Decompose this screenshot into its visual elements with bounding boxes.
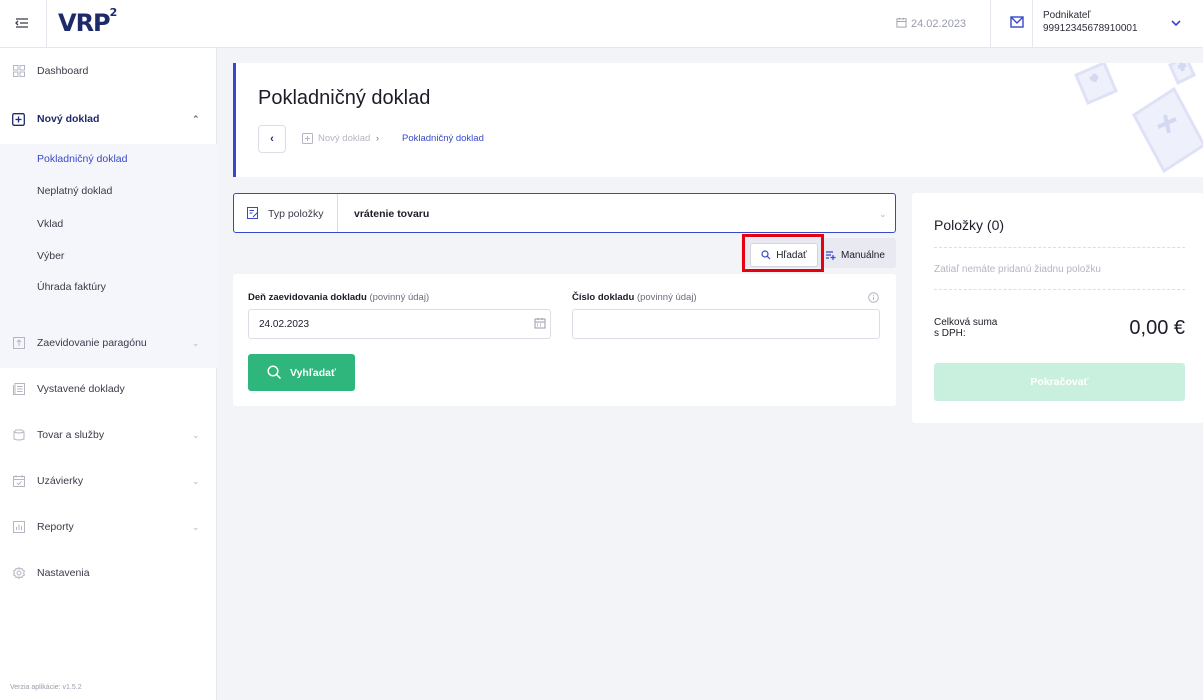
submenu-item-deposit[interactable]: Vklad	[37, 218, 63, 230]
manual-mode-button[interactable]: Manuálne	[826, 243, 892, 267]
app-version: Verzia aplikácie: v1.5.2	[10, 684, 82, 691]
sidebar-item-reports[interactable]: Reporty ⌄	[0, 504, 217, 550]
sidebar-item-label: Tovar a služby	[37, 429, 105, 441]
list-plus-icon	[826, 251, 836, 260]
breadcrumb-separator-icon: ›	[376, 133, 379, 143]
chevron-left-icon: ‹	[270, 133, 274, 145]
plus-square-icon	[302, 133, 313, 144]
breadcrumb-new-document[interactable]: Nový doklad	[318, 133, 370, 144]
chevron-down-icon: ⌄	[192, 338, 200, 348]
topbar-divider	[990, 0, 991, 48]
items-panel: Položky (0) Zatiaľ nemáte pridanú žiadnu…	[912, 193, 1203, 423]
page-title: Pokladničný doklad	[258, 87, 431, 109]
user-role[interactable]: Podnikateľ	[1043, 10, 1090, 21]
divider	[934, 289, 1185, 290]
calendar-check-icon	[12, 475, 25, 488]
chevron-down-icon: ⌄	[192, 522, 200, 532]
chevron-down-icon: ⌄	[192, 476, 200, 486]
documents-icon	[12, 383, 25, 396]
item-type-label: Typ položky	[268, 208, 324, 220]
sidebar-item-label: Nastavenia	[37, 567, 90, 579]
total-value: 0,00 €	[1129, 317, 1185, 339]
number-field-label: Číslo dokladu (povinný údaj)	[572, 292, 697, 303]
date-field-label: Deň zaevidovania dokladu (povinný údaj)	[248, 292, 429, 303]
sidebar-item-label: Zaevidovanie paragónu	[37, 337, 147, 349]
item-type-value[interactable]: vrátenie tovaru	[354, 208, 429, 220]
date-field[interactable]: 24.02.2023	[248, 309, 551, 339]
submenu-item-cash-receipt[interactable]: Pokladničný doklad	[37, 153, 127, 165]
back-button[interactable]: ‹	[258, 125, 286, 153]
total-label-vat: s DPH:	[934, 328, 966, 339]
highlight-box	[742, 234, 824, 272]
item-type-select[interactable]: Typ položky vrátenie tovaru ⌄	[233, 193, 896, 233]
search-button[interactable]: Vyhľadať	[248, 354, 355, 391]
search-button-label: Vyhľadať	[289, 366, 337, 379]
chevron-down-icon: ⌄	[192, 430, 200, 440]
sidebar-item-label: Dashboard	[37, 65, 89, 77]
sidebar: Dashboard Nový doklad ⌃ Pokladničný dokl…	[0, 48, 217, 700]
number-label-hint: (povinný údaj)	[636, 292, 697, 303]
document-number-field[interactable]	[572, 309, 880, 339]
app-logo[interactable]: VRP2	[58, 6, 118, 37]
breadcrumb-current: Pokladničný doklad	[402, 133, 484, 144]
sidebar-item-label: Vystavené doklady	[37, 383, 125, 395]
sidebar-item-label: Uzávierky	[37, 475, 84, 487]
gear-icon	[12, 567, 25, 580]
sidebar-item-issued-documents[interactable]: Vystavené doklady	[0, 366, 217, 412]
topbar-divider	[46, 0, 47, 48]
sidebar-item-closures[interactable]: Uzávierky ⌄	[0, 458, 217, 504]
logo-superscript: 2	[109, 6, 118, 19]
plus-square-icon	[12, 112, 25, 126]
total-label: Celková suma	[934, 317, 998, 328]
receipt-illustration-icon	[1074, 63, 1203, 174]
collapse-sidebar-icon[interactable]	[14, 15, 32, 33]
sidebar-item-settings[interactable]: Nastavenia	[0, 550, 217, 596]
user-id[interactable]: 99912345678910001	[1043, 23, 1138, 34]
continue-button[interactable]: Pokračovať	[934, 363, 1185, 401]
submenu-item-invalid-document[interactable]: Neplatný doklad	[37, 185, 112, 197]
mail-icon[interactable]	[1010, 16, 1024, 28]
sidebar-item-dashboard[interactable]: Dashboard	[0, 48, 217, 94]
chevron-up-icon: ⌃	[192, 114, 200, 124]
current-date: 24.02.2023	[896, 17, 966, 30]
topbar-divider	[1032, 0, 1033, 48]
sidebar-item-label: Nový doklad	[37, 113, 100, 125]
submenu-item-invoice-payment[interactable]: Úhrada faktúry	[37, 281, 106, 293]
sidebar-item-goods-services[interactable]: Tovar a služby ⌄	[0, 412, 217, 458]
box-icon	[12, 429, 25, 442]
number-label-text: Číslo dokladu	[572, 292, 635, 303]
items-title: Položky (0)	[934, 217, 1005, 233]
date-label-hint: (povinný údaj)	[369, 292, 430, 303]
logo-text: VRP	[58, 9, 111, 37]
date-label-text: Deň zaevidovania dokladu	[248, 292, 367, 303]
dashboard-icon	[12, 65, 25, 78]
search-icon	[267, 365, 281, 380]
receipt-icon	[12, 337, 25, 350]
sidebar-item-receipt-registration[interactable]: Zaevidovanie paragónu ⌄	[0, 320, 217, 366]
chevron-down-icon[interactable]	[1170, 17, 1182, 29]
chart-icon	[12, 521, 25, 534]
items-empty-text: Zatiaľ nemáte pridanú žiadnu položku	[934, 264, 1101, 275]
select-divider	[337, 194, 338, 232]
date-text: 24.02.2023	[911, 18, 967, 30]
search-form: Deň zaevidovania dokladu (povinný údaj) …	[233, 274, 896, 406]
submenu-item-withdrawal[interactable]: Výber	[37, 250, 64, 262]
info-icon[interactable]	[868, 292, 879, 303]
calendar-icon	[896, 17, 907, 28]
sidebar-item-new-document[interactable]: Nový doklad ⌃	[0, 96, 217, 142]
top-bar: VRP2 24.02.2023 Podnikateľ 9991234567891…	[0, 0, 1203, 48]
calendar-icon[interactable]	[534, 317, 546, 329]
edit-list-icon	[247, 207, 259, 219]
chevron-down-icon[interactable]: ⌄	[879, 209, 887, 220]
manual-mode-label: Manuálne	[841, 249, 885, 261]
divider	[934, 247, 1185, 248]
sidebar-item-label: Reporty	[37, 521, 74, 533]
page-header: Pokladničný doklad ‹ Nový doklad › Pokla…	[233, 63, 1203, 177]
